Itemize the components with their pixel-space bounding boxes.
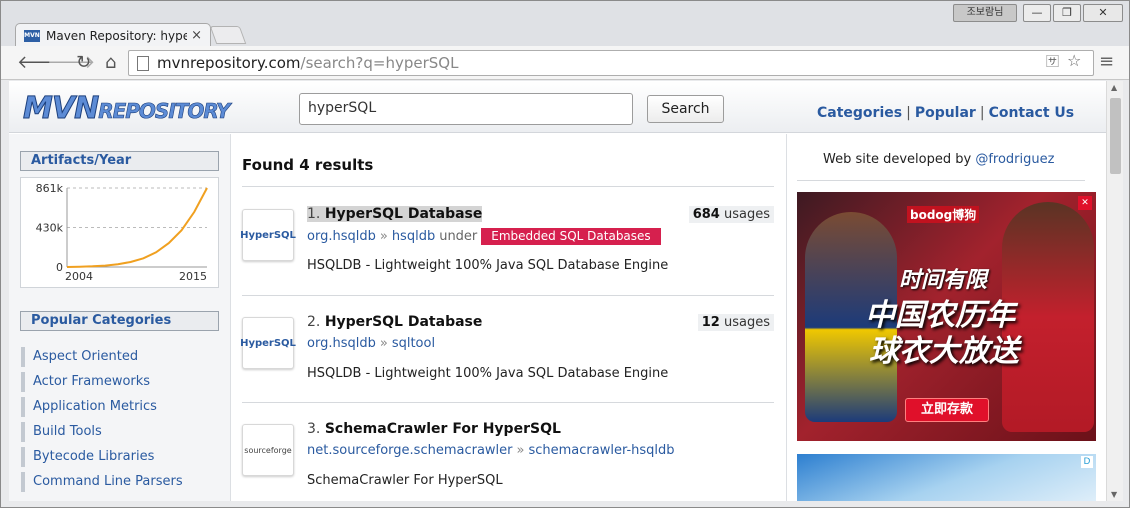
browser-tab[interactable]: MVN Maven Repository: hyperS × (15, 23, 211, 47)
result-item: HyperSQL 1. HyperSQL Database 684 usages… (240, 206, 774, 306)
chart-svg: 861k 430k 02004 2015 (36, 182, 208, 283)
category-link[interactable]: Command Line Parsers (21, 472, 221, 492)
menu-icon[interactable]: ≡ (1099, 51, 1114, 72)
advertisement-banner[interactable]: bodog博狗 时间有限 中国农历年 球衣大放送 立即存款 ✕ (797, 192, 1096, 441)
result-item: HyperSQL 2. HyperSQL Database 12 usages … (240, 314, 774, 414)
artifact-link[interactable]: schemacrawler-hsqldb (528, 443, 674, 458)
chart-y-tick: 861k (36, 182, 64, 195)
bookmark-star-icon[interactable]: ☆ (1067, 51, 1081, 70)
artifact-link[interactable]: sqltool (392, 336, 435, 351)
category-link[interactable]: Application Metrics (21, 397, 221, 417)
result-title[interactable]: 3. SchemaCrawler For HyperSQL (307, 421, 561, 437)
chart-y-tick: 430k (36, 222, 64, 235)
vertical-scrollbar[interactable]: ▲ ▼ (1106, 81, 1123, 501)
second-advertisement[interactable]: D (797, 454, 1096, 501)
developer-credit: Web site developed by @frodriguez (823, 152, 1055, 167)
minimize-icon[interactable]: — (1023, 4, 1051, 22)
artifact-coordinates: org.hsqldb» sqltool (307, 336, 436, 351)
search-results: Found 4 results HyperSQL 1. HyperSQL Dat… (232, 134, 785, 501)
ad-deposit-button[interactable]: 立即存款 (905, 398, 989, 422)
new-tab-button[interactable] (209, 26, 247, 44)
developer-link[interactable]: @frodriguez (975, 152, 1054, 167)
divider (242, 186, 774, 187)
nav-categories[interactable]: Categories (817, 105, 902, 121)
translate-icon[interactable]: 🈂 (1046, 51, 1059, 70)
chart-x-tick: 2015 (179, 270, 207, 283)
browser-toolbar: 🡐 🡒 ↻ ⌂ mvnrepository.com/search?q=hyper… (1, 46, 1129, 80)
group-link[interactable]: net.sourceforge.schemacrawler (307, 443, 513, 458)
adchoices-icon[interactable]: D (1081, 456, 1093, 468)
sourceforge-logo[interactable]: sourceforge (242, 424, 294, 476)
right-sidebar: Web site developed by @frodriguez bodog博… (786, 134, 1106, 501)
result-title[interactable]: 1. HyperSQL Database (307, 206, 483, 222)
hypersql-logo[interactable]: HyperSQL (240, 209, 296, 261)
category-badge[interactable]: Embedded SQL Databases (481, 228, 661, 245)
nav-contact-us[interactable]: Contact Us (989, 105, 1075, 121)
artifacts-year-title: Artifacts/Year (20, 151, 219, 171)
artifact-coordinates: net.sourceforge.schemacrawler» schemacraw… (307, 443, 675, 458)
usage-count: 12 usages (697, 314, 774, 331)
browser-window: MVN Maven Repository: hyperS × 조보람님 — ❐ … (0, 0, 1130, 508)
url-host: mvnrepository.com (157, 54, 301, 72)
page-icon (137, 55, 149, 71)
group-link[interactable]: org.hsqldb (307, 229, 376, 244)
category-link[interactable]: Actor Frameworks (21, 372, 221, 392)
result-description: HSQLDB - Lightweight 100% Java SQL Datab… (307, 258, 669, 273)
result-description: HSQLDB - Lightweight 100% Java SQL Datab… (307, 366, 669, 381)
chart-x-tick: 2004 (65, 270, 93, 283)
divider (797, 180, 1085, 181)
tab-close-icon[interactable]: × (191, 28, 202, 43)
search-button[interactable]: Search (647, 95, 724, 123)
ad-corner-icon[interactable]: ✕ (1078, 196, 1092, 210)
category-link[interactable]: Bytecode Libraries (21, 447, 221, 467)
mvn-logo[interactable]: MVNREPOSITORY (22, 91, 230, 127)
site-header: MVNREPOSITORY hyperSQL Search Categories… (9, 81, 1106, 133)
artifacts-year-chart: 861k 430k 0 2004 2015 (20, 177, 219, 288)
ime-user-button[interactable]: 조보람님 (953, 4, 1017, 22)
artifact-coordinates: org.hsqldb» hsqldb under Embedded SQL Datab… (307, 228, 661, 245)
result-title[interactable]: 2. HyperSQL Database (307, 314, 482, 330)
mvn-favicon-icon: MVN (24, 29, 40, 42)
nav-popular[interactable]: Popular (915, 105, 976, 121)
address-bar[interactable]: mvnrepository.com/search?q=hyperSQL (128, 50, 1094, 76)
scroll-down-icon[interactable]: ▼ (1111, 490, 1117, 499)
divider (242, 295, 774, 296)
chart-y-tick: 0 (56, 261, 63, 274)
result-item: sourceforge 3. SchemaCrawler For HyperSQ… (242, 421, 774, 501)
ad-player-right (1002, 202, 1094, 432)
popular-categories-title: Popular Categories (20, 311, 219, 331)
result-description: SchemaCrawler For HyperSQL (307, 473, 503, 488)
ad-brand-logo: bodog博狗 (907, 206, 980, 223)
scroll-up-icon[interactable]: ▲ (1111, 83, 1117, 92)
top-nav: Categories | Popular | Contact Us (817, 105, 1075, 121)
group-link[interactable]: org.hsqldb (307, 336, 376, 351)
category-link[interactable]: Aspect Oriented (21, 347, 221, 367)
search-input[interactable]: hyperSQL (299, 93, 633, 125)
divider (242, 402, 774, 403)
usage-count: 684 usages (688, 206, 774, 223)
tab-title: Maven Repository: hyperS (46, 28, 188, 43)
category-link[interactable]: Build Tools (21, 422, 221, 442)
reload-icon[interactable]: ↻ (76, 52, 91, 73)
left-sidebar: Artifacts/Year 861k 430k 0 2004 2015 Popular… (9, 134, 231, 501)
restore-icon[interactable]: ❐ (1053, 4, 1081, 22)
hypersql-logo[interactable]: HyperSQL (240, 317, 296, 369)
artifact-link[interactable]: hsqldb (392, 229, 435, 244)
ad-line-3: 球衣大放送 (869, 334, 1019, 369)
results-count: Found 4 results (242, 156, 374, 174)
url-path: /search?q=hyperSQL (300, 54, 459, 72)
close-window-icon[interactable]: ✕ (1083, 4, 1123, 22)
web-page: MVNREPOSITORY hyperSQL Search Categories… (9, 81, 1106, 501)
scroll-thumb[interactable] (1110, 98, 1121, 174)
home-icon[interactable]: ⌂ (105, 52, 116, 73)
title-bar: MVN Maven Repository: hyperS × 조보람님 — ❐ … (1, 1, 1129, 47)
